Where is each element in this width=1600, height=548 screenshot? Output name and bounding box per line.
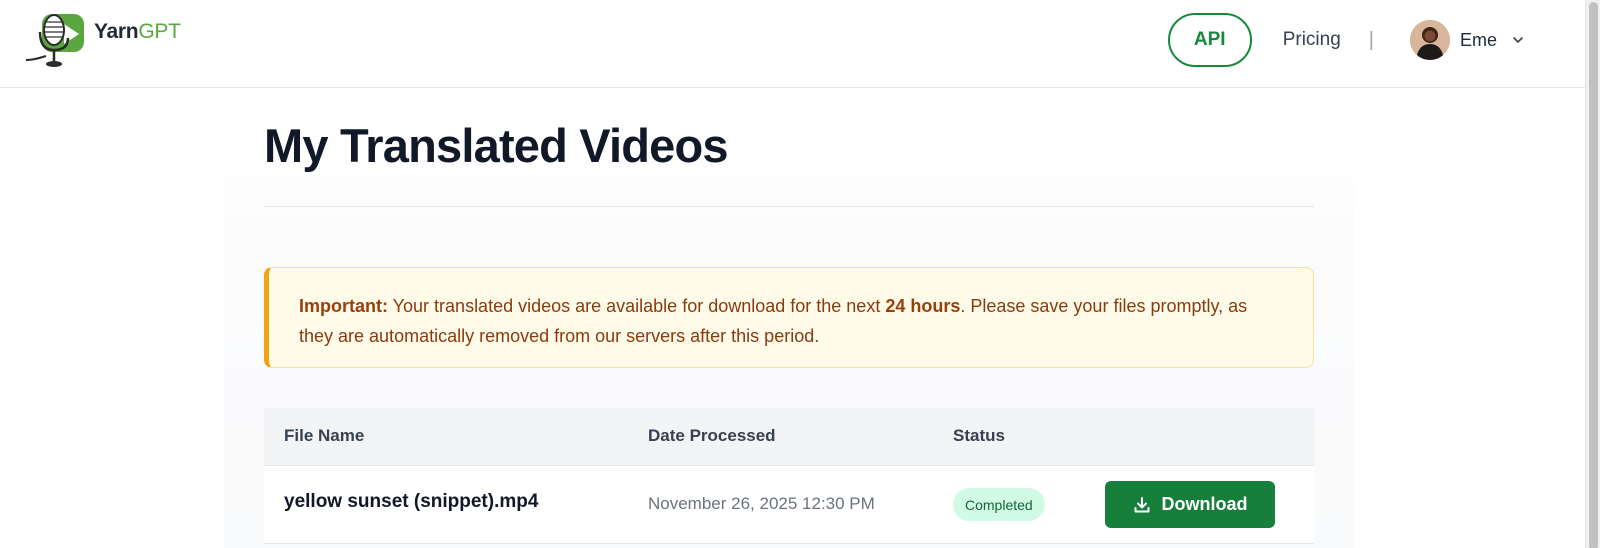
download-button-label: Download (1161, 494, 1248, 514)
logo-text-yarn: Yarn (94, 20, 139, 43)
column-header-date-processed: Date Processed (648, 426, 776, 445)
page-scrollbar[interactable] (1585, 0, 1600, 548)
notice-text-before: Your translated videos are available for… (388, 296, 886, 316)
user-name: Eme (1459, 29, 1497, 50)
date-processed-cell: November 26, 2025 12:30 PM (648, 494, 875, 513)
api-button[interactable]: API (1167, 13, 1252, 67)
scrollbar-thumb[interactable] (1589, 2, 1598, 548)
chevron-down-icon (1511, 33, 1525, 47)
user-menu[interactable]: Eme (1409, 20, 1525, 60)
pricing-link[interactable]: Pricing (1283, 29, 1341, 51)
main-content: My Translated Videos Important: Your tra… (224, 118, 1354, 548)
videos-table: File Name Date Processed Status yellow s… (264, 408, 1314, 544)
important-notice: Important: Your translated videos are av… (264, 267, 1314, 368)
column-header-file-name: File Name (284, 426, 365, 445)
download-button[interactable]: Download (1105, 481, 1275, 528)
logo-text-gpt: GPT (138, 20, 181, 43)
notice-label: Important: (299, 296, 388, 316)
status-badge: Completed (953, 488, 1045, 521)
notice-highlight: 24 hours (885, 296, 961, 316)
nav-separator: | (1368, 28, 1374, 51)
yarngpt-logo[interactable]: YarnGPT (24, 10, 181, 70)
table-header: File Name Date Processed Status (264, 408, 1314, 466)
top-nav: API Pricing | Eme (1167, 13, 1525, 67)
file-name-cell: yellow sunset (snippet).mp4 (284, 491, 539, 512)
microphone-logo-icon (24, 10, 96, 70)
download-icon (1133, 496, 1151, 514)
title-divider (264, 206, 1314, 207)
table-row: yellow sunset (snippet).mp4 November 26,… (264, 466, 1314, 544)
logo-wordmark: YarnGPT (94, 20, 181, 44)
page-title: My Translated Videos (264, 119, 729, 172)
top-header: YarnGPT API Pricing | Eme (0, 0, 1585, 88)
column-header-status: Status (953, 426, 1005, 445)
avatar (1409, 20, 1450, 60)
